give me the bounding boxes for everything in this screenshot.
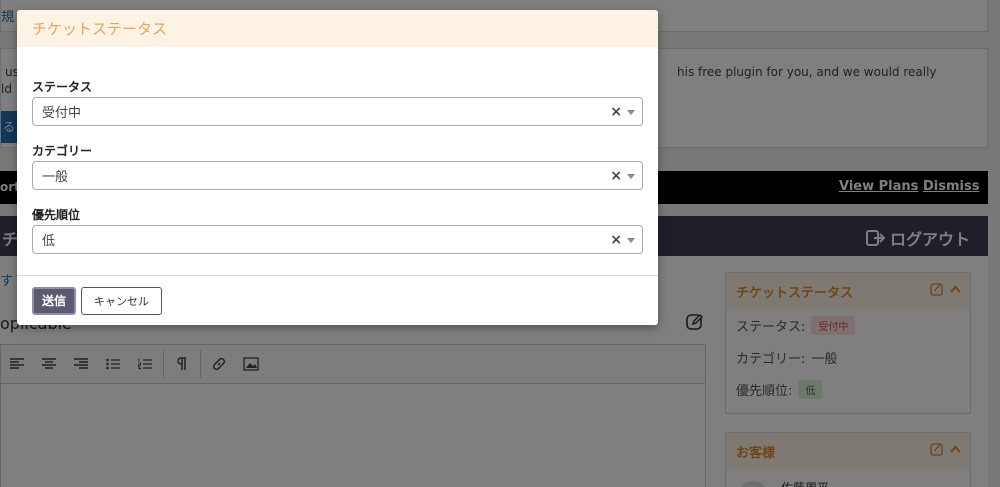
clear-icon[interactable]: × — [610, 104, 622, 120]
modal-header: チケットステータス — [17, 10, 658, 47]
category-select-value: 一般 — [42, 170, 69, 185]
priority-select-value: 低 — [42, 234, 56, 249]
submit-button[interactable]: 送信 — [32, 286, 76, 315]
priority-field-label: 優先順位 — [32, 208, 81, 222]
clear-icon[interactable]: × — [610, 168, 622, 184]
ticket-status-modal: チケットステータス ステータス 受付中 × カテゴリー 一般 × 優先順位 低 … — [17, 10, 658, 325]
modal-title: チケットステータス — [32, 20, 168, 38]
status-select-value: 受付中 — [42, 106, 82, 121]
dropdown-arrow-icon[interactable] — [627, 238, 635, 243]
cancel-button[interactable]: キャンセル — [81, 286, 162, 315]
clear-icon[interactable]: × — [610, 232, 622, 248]
priority-select[interactable]: 低 × — [32, 225, 643, 254]
modal-footer: 送信 キャンセル — [17, 275, 658, 325]
dropdown-arrow-icon[interactable] — [627, 174, 635, 179]
category-field-label: カテゴリー — [32, 144, 93, 158]
status-field-label: ステータス — [32, 80, 93, 94]
modal-body: ステータス 受付中 × カテゴリー 一般 × 優先順位 低 × — [17, 47, 658, 275]
status-select[interactable]: 受付中 × — [32, 97, 643, 126]
dropdown-arrow-icon[interactable] — [627, 110, 635, 115]
category-select[interactable]: 一般 × — [32, 161, 643, 190]
